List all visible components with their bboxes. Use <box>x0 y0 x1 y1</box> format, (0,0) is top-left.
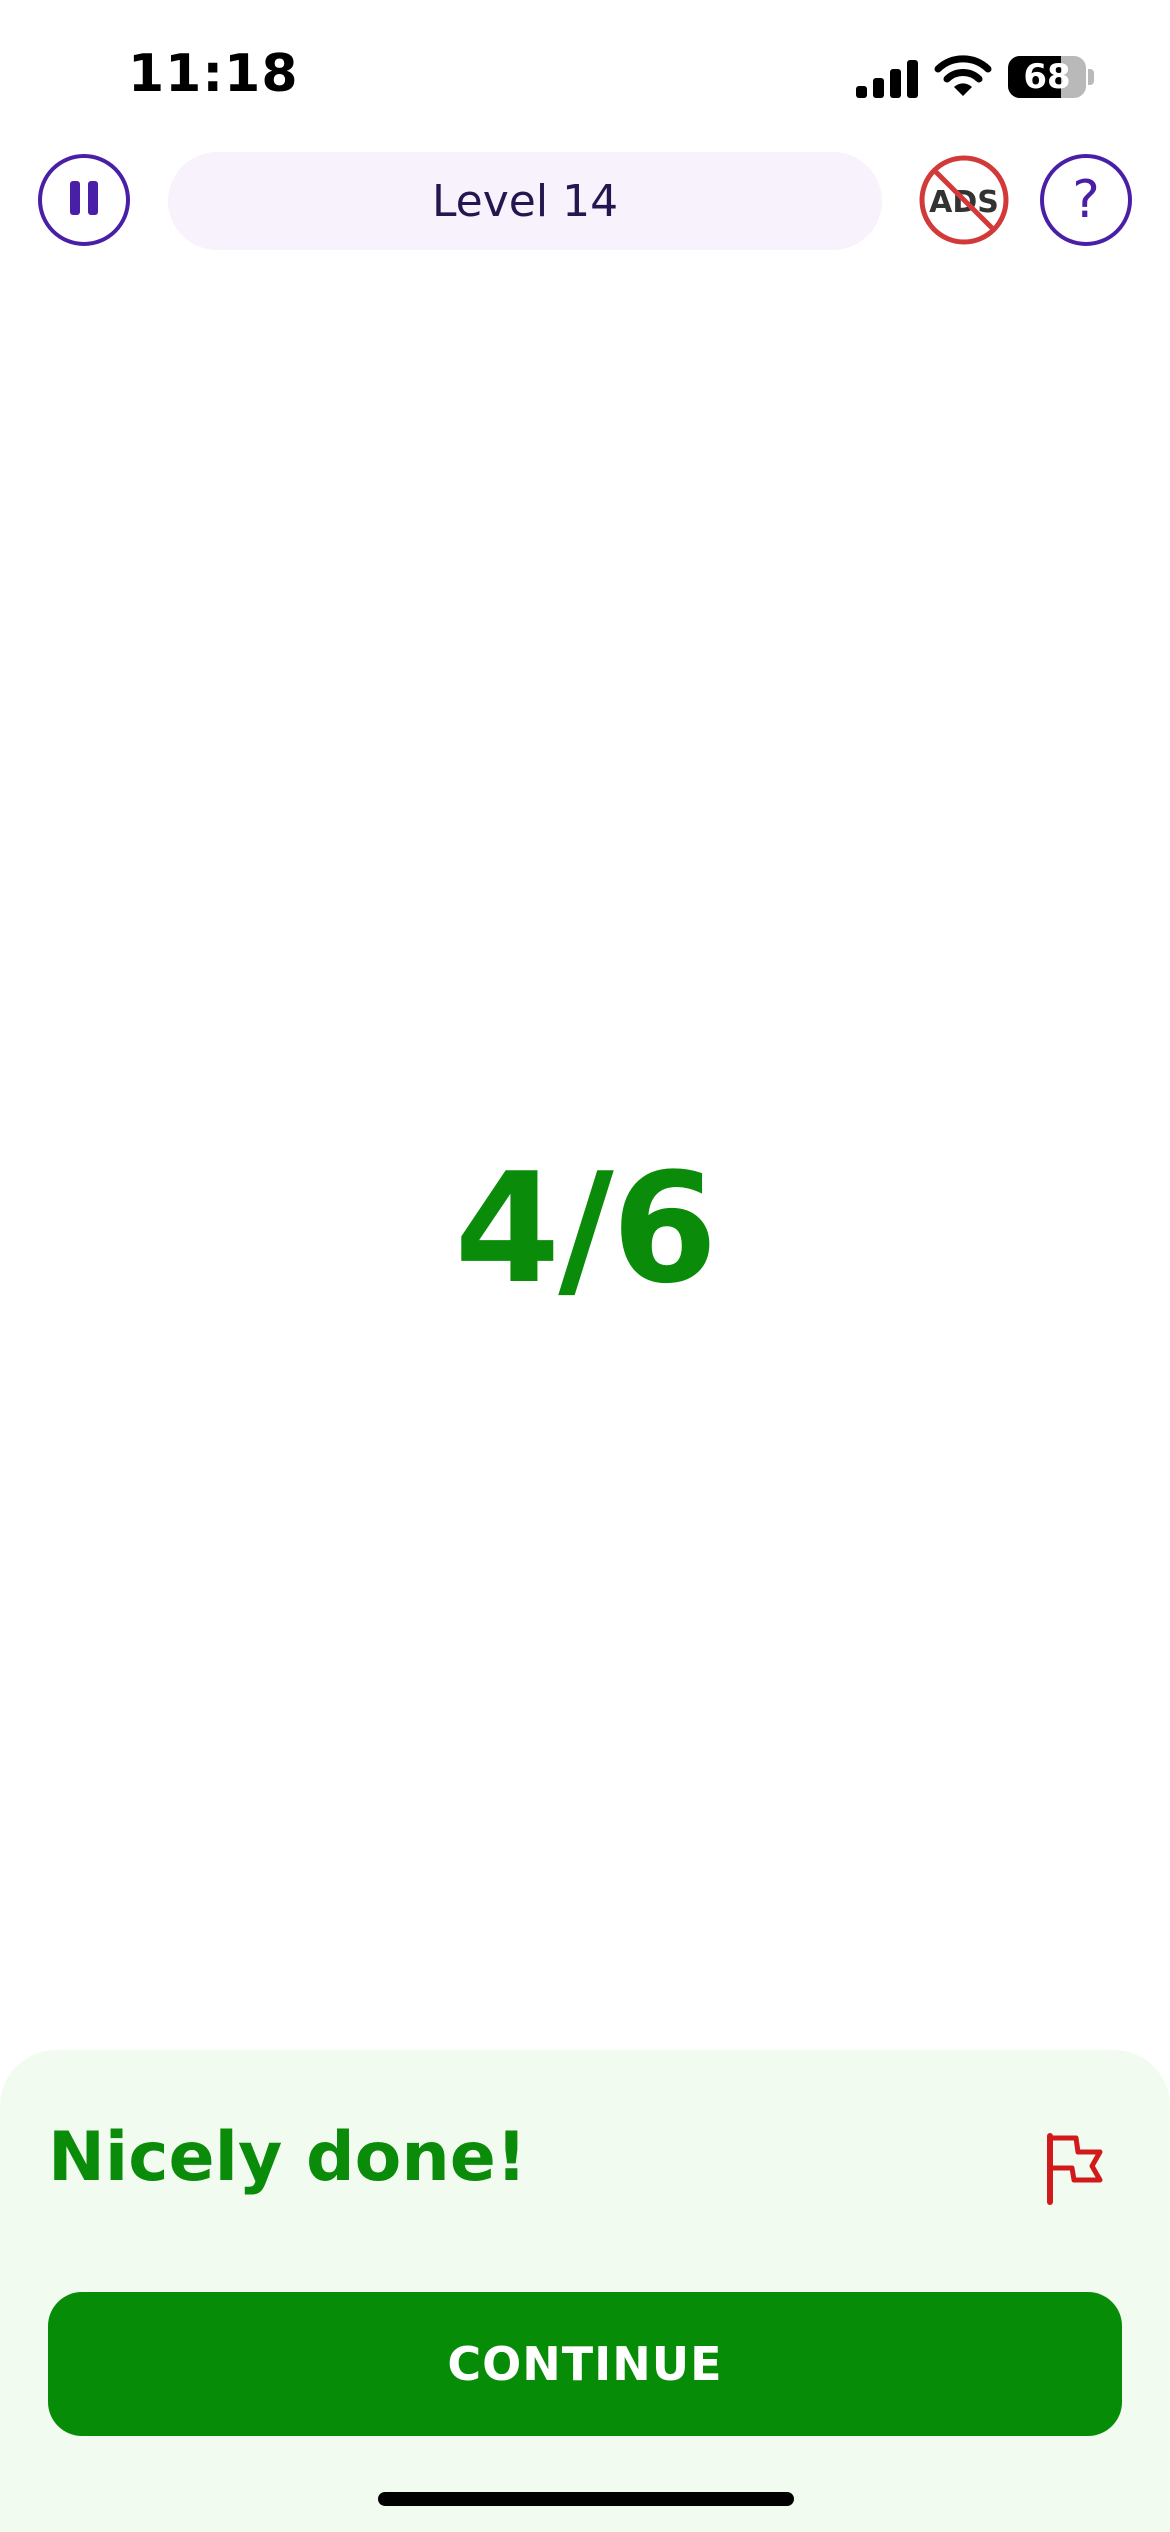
score-display: 4/6 <box>454 1140 717 1317</box>
game-screen: 11:18 68 Level 14 ? 4/6 Nicely done! CON… <box>0 0 1170 2532</box>
feedback-message: Nicely done! <box>48 2118 527 2197</box>
continue-button[interactable]: CONTINUE <box>48 2292 1122 2436</box>
report-flag-button[interactable] <box>1038 2130 1108 2206</box>
no-ads-icon: ADS <box>919 155 1009 245</box>
pause-button[interactable] <box>38 154 130 246</box>
level-label: Level 14 <box>431 175 619 227</box>
battery-icon: 68 <box>1008 56 1094 98</box>
level-indicator: Level 14 <box>168 152 882 250</box>
wifi-icon <box>934 55 992 96</box>
cellular-signal-icon <box>856 60 918 98</box>
battery-level: 68 <box>1023 57 1071 97</box>
status-bar: 11:18 68 <box>0 0 1170 150</box>
help-button[interactable]: ? <box>1040 154 1132 246</box>
help-icon: ? <box>1072 170 1100 230</box>
pause-icon <box>66 181 102 219</box>
status-time: 11:18 <box>128 44 299 104</box>
report-flag-icon <box>1047 2133 1103 2205</box>
home-indicator[interactable] <box>378 2492 794 2506</box>
no-ads-button[interactable]: ADS <box>918 154 1010 246</box>
